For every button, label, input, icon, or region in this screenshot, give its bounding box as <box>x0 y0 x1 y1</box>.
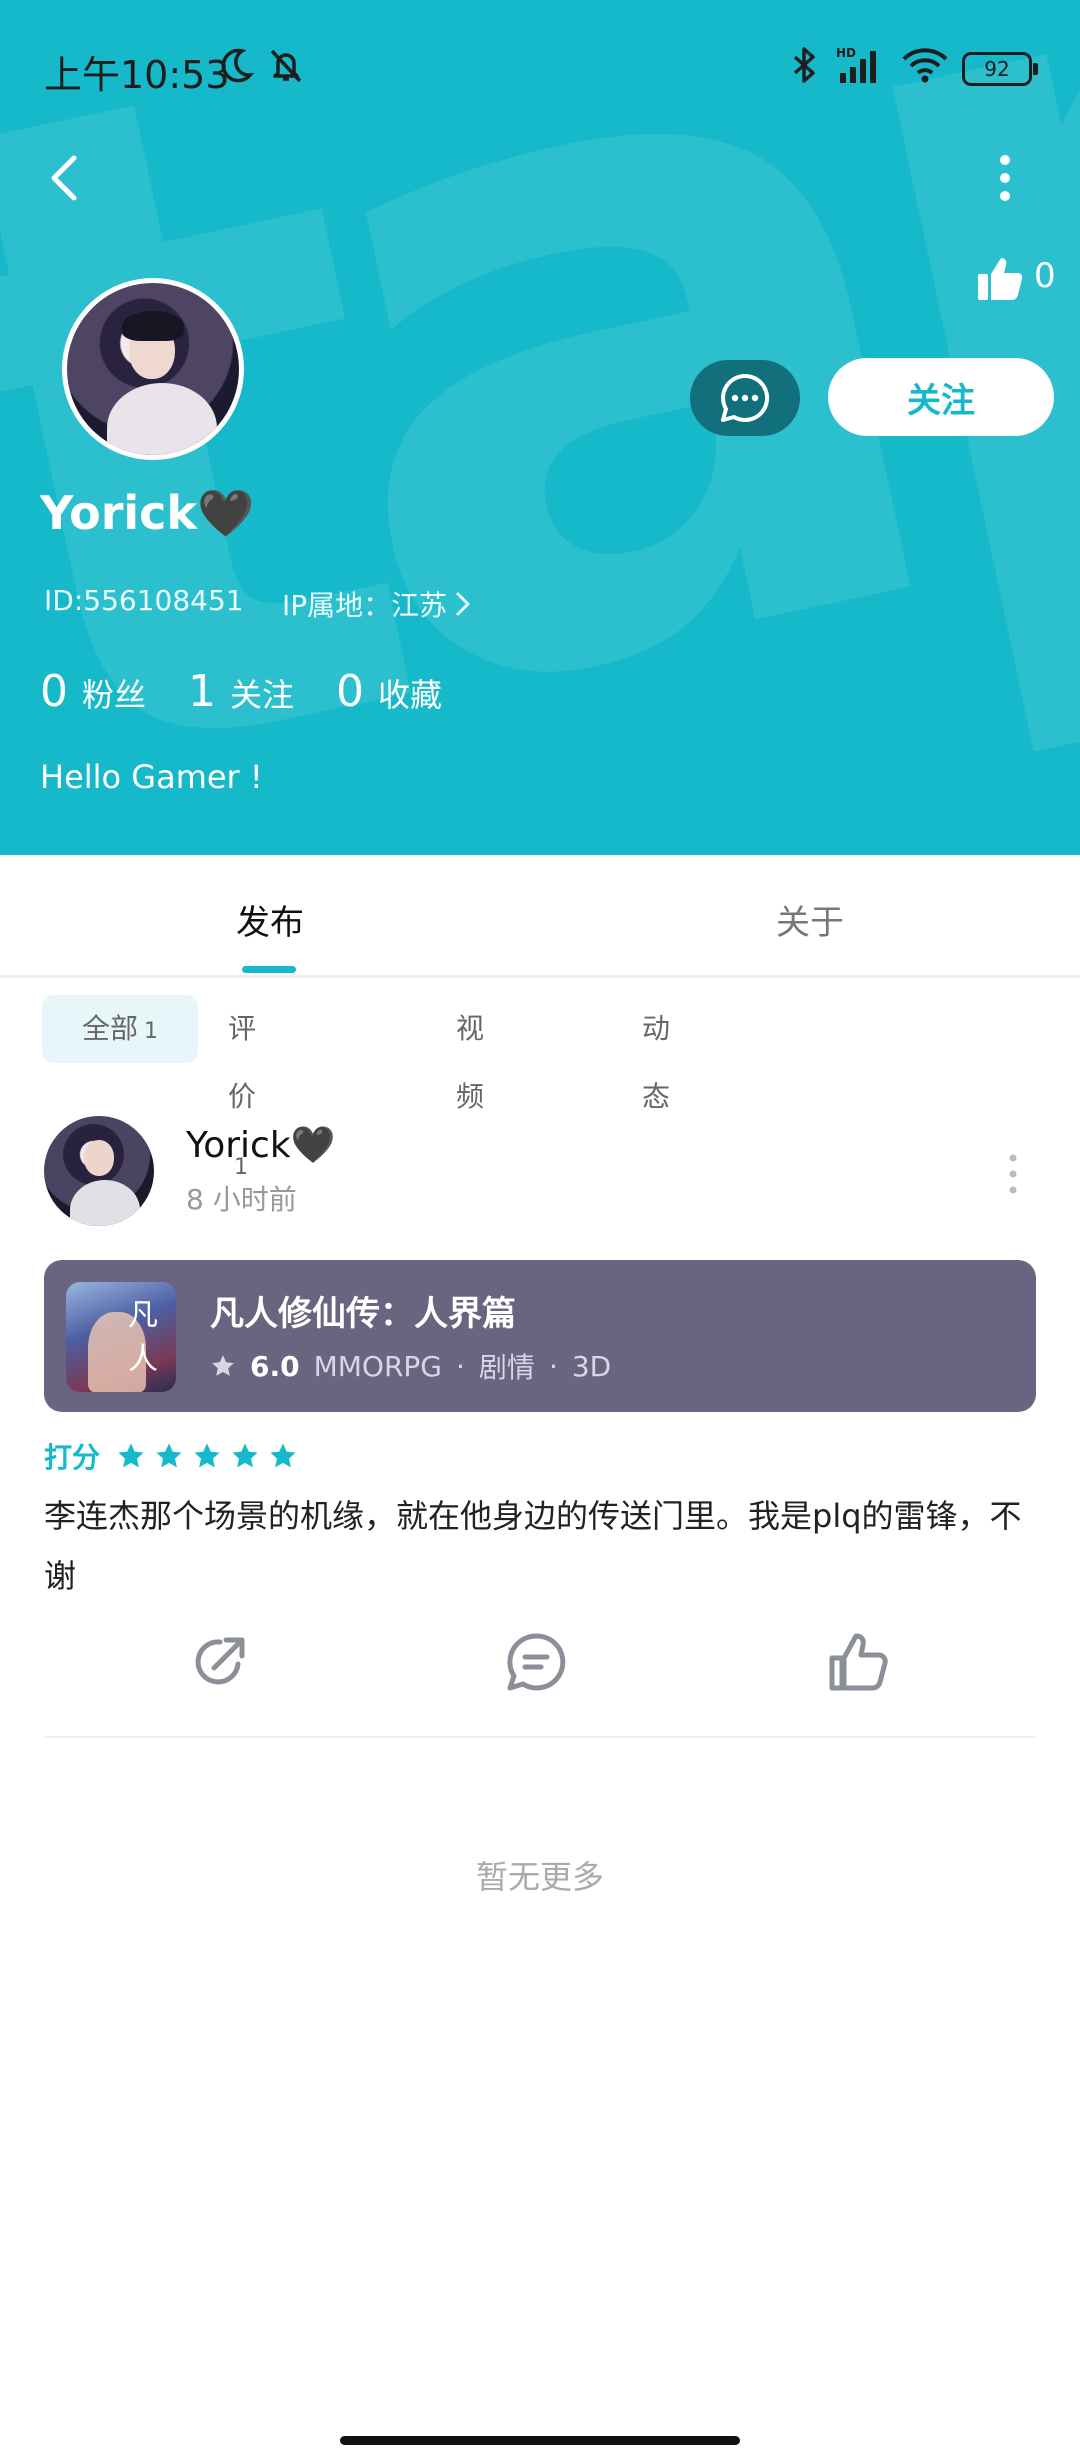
like-icon[interactable] <box>826 1630 890 1694</box>
filter-moments[interactable]: 动态 <box>642 995 670 1113</box>
profile-tabs: 发布 关于 <box>0 855 1080 978</box>
meta-separator: · <box>456 1349 465 1383</box>
rating-star-icon <box>194 1443 220 1468</box>
wifi-icon <box>902 48 948 83</box>
game-meta: 6.0 MMORPG · 剧情 · 3D <box>210 1346 611 1386</box>
post-more-icon[interactable] <box>1006 1152 1020 1196</box>
rating-label: 打分 <box>44 1441 101 1474</box>
review-text: 李连杰那个场景的机缘，就在他身边的传送门里。我是plq的雷锋，不谢 <box>44 1497 1022 1595</box>
filter-videos[interactable]: 视频 <box>456 995 484 1113</box>
game-title: 凡人修仙传：人界篇 <box>210 1294 516 1334</box>
chat-bubble-icon <box>721 373 770 422</box>
active-tab-indicator <box>242 966 296 973</box>
back-arrow-icon[interactable] <box>44 152 84 204</box>
rating-star-icon <box>270 1443 296 1468</box>
favorites-count: 0 <box>336 666 365 717</box>
game-rating: 6.0 <box>250 1349 300 1383</box>
star-icon <box>212 1355 234 1376</box>
following-label: 关注 <box>230 676 295 714</box>
stat-followers[interactable]: 0 粉丝 <box>40 666 146 717</box>
bell-off-icon <box>270 49 302 83</box>
rating-star-icon <box>232 1443 258 1468</box>
review-rating: 打分 <box>44 1436 298 1476</box>
profile-stats: 0 粉丝 1 关注 0 收藏 <box>40 666 442 717</box>
rating-star-icon <box>156 1443 182 1468</box>
filter-all-label: 全部 <box>81 1012 138 1045</box>
chevron-right-icon <box>456 592 470 616</box>
thumbs-up-icon[interactable] <box>976 254 1024 302</box>
game-genre: MMORPG <box>313 1349 443 1383</box>
more-vertical-icon[interactable] <box>990 152 1020 204</box>
filter-reviews-label: 评价 <box>228 1012 257 1113</box>
message-button[interactable] <box>690 360 800 436</box>
filter-moments-label: 动态 <box>642 1012 671 1113</box>
share-icon[interactable] <box>188 1630 252 1694</box>
tab-publish[interactable]: 发布 <box>236 895 304 944</box>
game-card[interactable]: 凡人 凡人修仙传：人界篇 6.0 MMORPG · 剧情 · 3D <box>44 1260 1036 1412</box>
profile-header: tap 上午10:53 HD 92 0 关注 Yorick🖤 ID:556108… <box>0 0 1080 855</box>
like-count: 0 <box>1034 256 1056 296</box>
profile-username: Yorick🖤 <box>40 486 255 540</box>
ip-location[interactable]: IP属地：江苏 <box>282 584 471 624</box>
avatar[interactable] <box>62 278 244 460</box>
stat-favorites[interactable]: 0 收藏 <box>336 666 442 717</box>
follow-button[interactable]: 关注 <box>828 358 1054 436</box>
home-indicator[interactable] <box>340 2436 740 2445</box>
bluetooth-icon <box>793 47 815 83</box>
post-author-avatar[interactable] <box>44 1116 154 1226</box>
ip-location-text: IP属地：江苏 <box>282 589 448 622</box>
user-id: ID:556108451 <box>44 584 244 617</box>
moon-icon <box>221 48 254 83</box>
profile-bio: Hello Gamer ! <box>40 758 263 796</box>
battery-indicator: 92 <box>962 52 1038 86</box>
meta-separator: · <box>548 1349 558 1383</box>
post-timestamp: 8 小时前 <box>186 1183 297 1216</box>
stat-following[interactable]: 1 关注 <box>188 666 294 717</box>
followers-count: 0 <box>40 666 68 717</box>
filter-all[interactable]: 全部 1 <box>42 995 198 1063</box>
status-bar: 上午10:53 HD 92 <box>0 0 1080 140</box>
rating-star-icon <box>118 1443 144 1468</box>
svg-text:HD: HD <box>836 46 856 60</box>
comment-icon[interactable] <box>504 1630 568 1694</box>
post-actions <box>0 1630 1080 1710</box>
following-count: 1 <box>188 666 217 717</box>
no-more-text: 暂无更多 <box>475 1858 604 1896</box>
filter-videos-label: 视频 <box>456 1012 485 1113</box>
game-cover-image: 凡人 <box>66 1282 176 1392</box>
followers-label: 粉丝 <box>82 676 147 714</box>
favorites-label: 收藏 <box>378 676 443 714</box>
game-tag-1: 剧情 <box>478 1351 535 1384</box>
post-author-name[interactable]: Yorick🖤 <box>186 1124 336 1166</box>
post-divider <box>44 1736 1036 1738</box>
game-tag-2: 3D <box>571 1349 612 1383</box>
signal-icon: HD <box>836 46 876 83</box>
rating-stars <box>116 1441 298 1471</box>
filter-reviews[interactable]: 评价1 <box>228 995 256 1180</box>
tab-about[interactable]: 关于 <box>776 895 844 944</box>
filter-all-count: 1 <box>144 1019 158 1044</box>
status-time: 上午10:53 <box>44 53 230 97</box>
